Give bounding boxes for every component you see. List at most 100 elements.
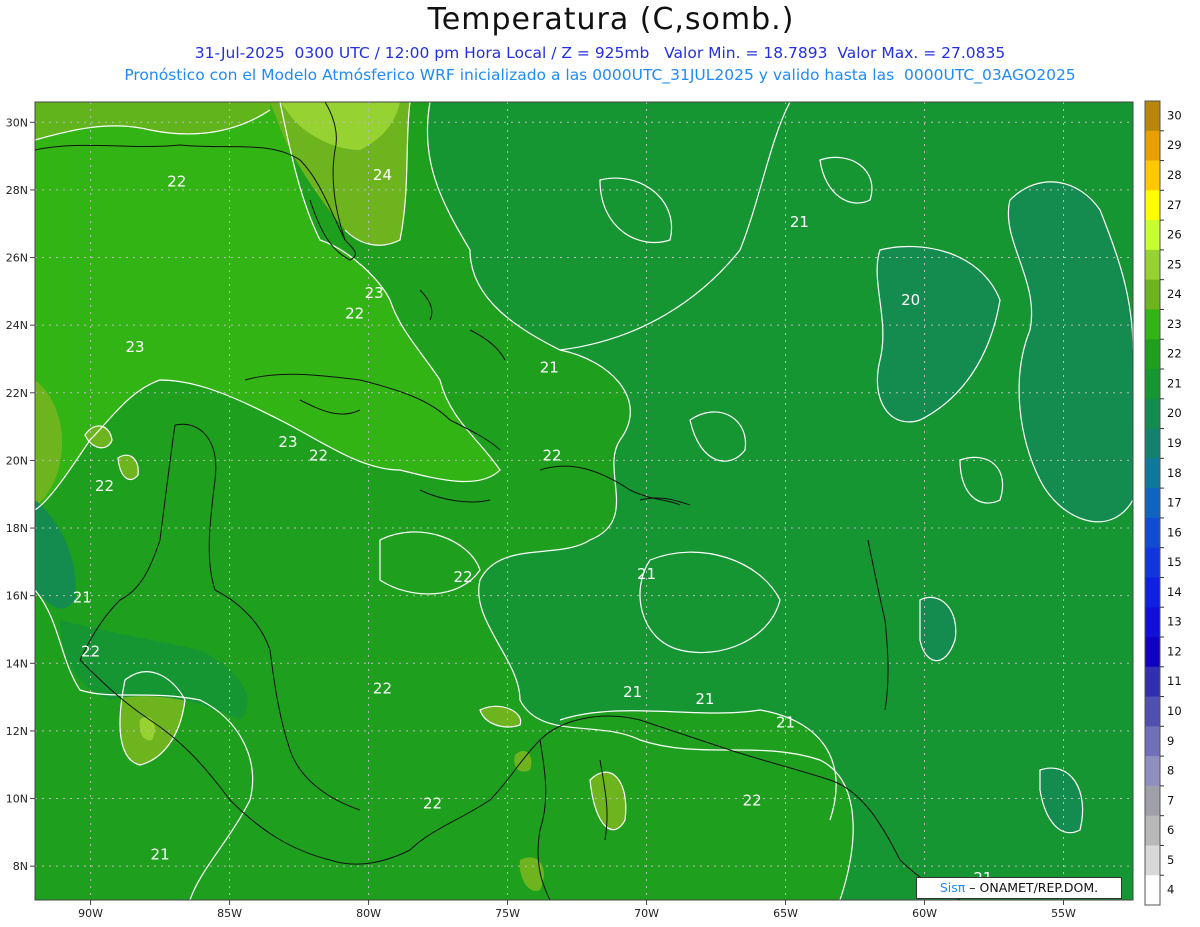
contour-label: 21 [776,714,795,732]
lat-tick-label: 30N [6,116,28,129]
contour-label: 23 [365,284,384,302]
contour-label: 22 [167,173,186,191]
color-scale-label: 17 [1167,496,1182,510]
color-scale-swatch [1145,339,1160,370]
color-scale-label: 15 [1167,555,1182,569]
color-scale-label: 12 [1167,644,1182,658]
color-scale-swatch [1145,517,1160,549]
contour-label: 22 [454,568,473,586]
lat-tick-label: 16N [6,590,28,603]
color-scale-label: 29 [1167,138,1182,152]
color-scale-label: 27 [1167,198,1182,212]
color-scale-label: 9 [1167,734,1174,748]
color-scale-label: 4 [1167,883,1174,897]
color-scale-swatch [1145,279,1160,310]
contour-label: 22 [373,680,392,698]
color-scale-label: 5 [1167,853,1174,867]
contour-label: 21 [540,359,559,377]
color-scale-label: 8 [1167,764,1174,778]
color-scale-swatch [1145,815,1160,846]
color-scale-swatch [1145,190,1160,221]
color-scale-swatch [1145,130,1160,162]
color-scale-label: 26 [1167,228,1182,242]
color-scale-label: 21 [1167,376,1182,390]
lon-tick-label: 55W [1051,907,1076,920]
contour-label: 22 [423,795,442,813]
lat-tick-label: 24N [6,319,28,332]
contour-label: 22 [743,791,762,809]
lat-tick-label: 28N [6,184,28,197]
color-scale-label: 14 [1167,585,1182,599]
contour-label: 21 [623,683,642,701]
lat-tick-label: 14N [6,657,28,670]
color-scale-label: 20 [1167,406,1182,420]
color-scale-swatch [1145,756,1160,787]
lat-tick-label: 20N [6,454,28,467]
color-scale-swatch [1145,696,1160,727]
contour-label: 24 [373,166,392,184]
temperature-map: 24222120232223212322 222222 21212222 21 2121… [6,100,1182,920]
color-scale-swatch [1145,845,1160,876]
lon-tick-label: 75W [495,907,520,920]
contour-label: 22 [81,643,100,661]
color-scale-label: 11 [1167,674,1182,688]
contour-label: 20 [901,291,920,309]
map-field [35,102,1133,900]
color-scale-swatch [1145,458,1160,489]
contour-label: 22 [542,446,561,464]
color-scale-swatch [1145,249,1160,281]
contour-label: 22 [345,304,364,322]
contour-label: 21 [73,588,92,606]
color-scale-swatch [1145,309,1160,340]
lat-tick-label: 18N [6,522,28,535]
contour-label: 21 [637,565,656,583]
contour-label: 23 [278,433,297,451]
color-scale-swatch [1145,637,1160,668]
color-scale-swatch [1145,785,1160,817]
color-scale-label: 28 [1167,168,1182,182]
color-scale-label: 22 [1167,347,1182,361]
contour-label: 22 [95,477,114,495]
lon-tick-label: 90W [78,907,103,920]
color-scale-swatch [1145,607,1160,638]
color-scale-label: 19 [1167,436,1182,450]
color-scale-label: 24 [1167,287,1182,301]
color-scale-label: 7 [1167,793,1174,807]
color-scale-swatch [1145,726,1160,757]
color-scale-swatch [1145,577,1160,608]
color-scale-swatch [1145,160,1160,191]
lon-tick-label: 70W [634,907,659,920]
lat-tick-label: 22N [6,387,28,400]
color-scale-label: 23 [1167,317,1182,331]
contour-label: 21 [695,690,714,708]
credit-badge: Sisπ – ONAMET/REP.DOM. [916,877,1122,899]
color-scale-swatch [1145,875,1160,906]
color-scale-label: 25 [1167,257,1182,271]
color-scale-label: 10 [1167,704,1182,718]
contour-label: 23 [126,338,145,356]
lat-tick-label: 26N [6,252,28,265]
color-scale-label: 30 [1167,108,1182,122]
color-scale-label: 13 [1167,615,1182,629]
color-scale-swatch [1145,547,1160,578]
contour-label: 21 [151,845,170,863]
lon-tick-label: 65W [773,907,798,920]
credit-text: – ONAMET/REP.DOM. [969,880,1099,895]
lon-tick-label: 80W [356,907,381,920]
color-scale-swatch [1145,666,1160,698]
lat-tick-label: 8N [13,860,28,873]
color-scale-swatch [1145,220,1160,251]
color-scale-swatch [1145,101,1160,132]
contour-label: 22 [309,446,328,464]
color-scale-swatch [1145,428,1160,459]
color-scale-bar: 30 29 28 27 26 25 24 23 22 21 20 19 18 17 16 15 14 13 12 11… [1144,100,1182,906]
color-scale-swatch [1145,369,1160,400]
contour-label: 21 [790,213,809,231]
lat-tick-label: 12N [6,725,28,738]
color-scale-label: 18 [1167,466,1182,480]
lat-tick-label: 10N [6,793,28,806]
lon-tick-label: 60W [912,907,937,920]
sispi-logo: Sisπ [939,880,966,895]
color-scale-label: 6 [1167,823,1174,837]
color-scale-swatch [1145,488,1160,519]
